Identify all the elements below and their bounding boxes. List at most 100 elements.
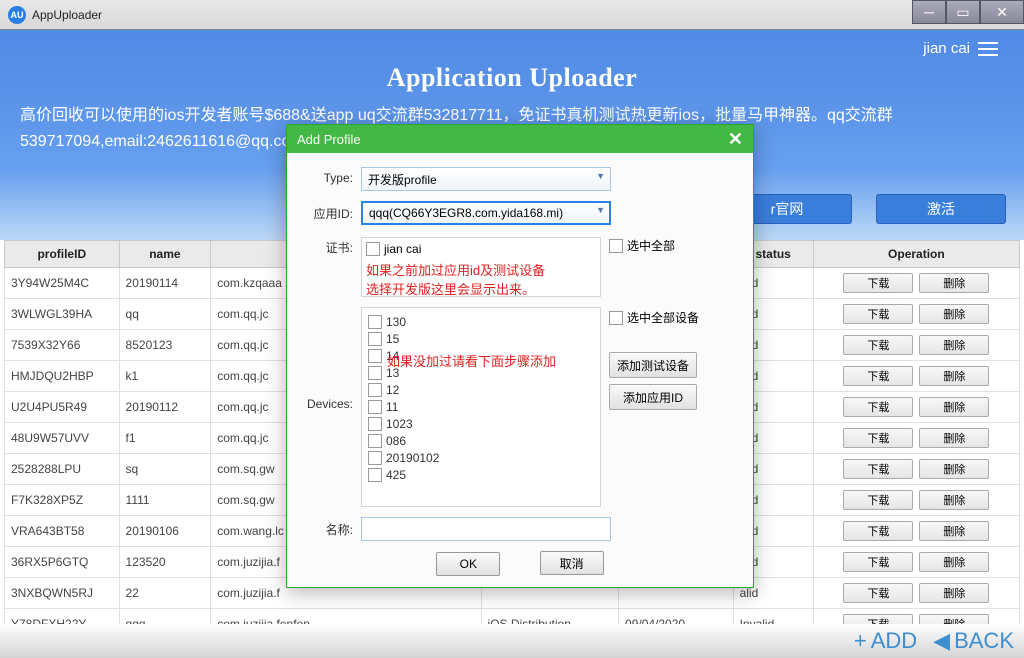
delete-button[interactable]: 删除: [919, 397, 989, 417]
th-operation[interactable]: Operation: [813, 241, 1019, 268]
device-item[interactable]: 11: [368, 400, 594, 414]
cert-checkbox[interactable]: [366, 242, 380, 256]
current-user: jian cai: [923, 40, 970, 57]
download-button[interactable]: 下载: [843, 304, 913, 324]
activate-button[interactable]: 激活: [876, 194, 1006, 224]
select-all-cert-label: 选中全部: [627, 237, 675, 254]
download-button[interactable]: 下载: [843, 335, 913, 355]
delete-button[interactable]: 删除: [919, 428, 989, 448]
ok-button[interactable]: OK: [436, 552, 500, 576]
download-button[interactable]: 下载: [843, 521, 913, 541]
cell-name: 20190106: [119, 516, 211, 547]
device-checkbox[interactable]: [368, 434, 382, 448]
app-window: AU AppUploader ─ ▭ ✕ jian cai Applicatio…: [0, 0, 1024, 658]
add-link[interactable]: + ADD: [854, 628, 917, 654]
delete-button[interactable]: 删除: [919, 366, 989, 386]
cell-name: k1: [119, 361, 211, 392]
device-item[interactable]: 13: [368, 366, 594, 380]
download-button[interactable]: 下载: [843, 428, 913, 448]
device-checkbox[interactable]: [368, 315, 382, 329]
delete-button[interactable]: 删除: [919, 335, 989, 355]
label-name: 名称:: [305, 517, 361, 538]
cell-profileid: 36RX5P6GTQ: [5, 547, 120, 578]
cert-listbox[interactable]: jian cai 如果之前加过应用id及测试设备 选择开发版这里会显示出来。: [361, 237, 601, 297]
device-item[interactable]: 1023: [368, 417, 594, 431]
app-icon: AU: [8, 6, 26, 24]
device-label: 086: [386, 434, 406, 448]
close-button[interactable]: ✕: [980, 0, 1024, 24]
device-checkbox[interactable]: [368, 349, 382, 363]
add-appid-button[interactable]: 添加应用ID: [609, 384, 697, 410]
cert-note-line1: 如果之前加过应用id及测试设备: [366, 260, 596, 279]
device-label: 20190102: [386, 451, 439, 465]
cell-profileid: 3WLWGL39HA: [5, 299, 120, 330]
download-button[interactable]: 下载: [843, 397, 913, 417]
delete-button[interactable]: 删除: [919, 583, 989, 603]
delete-button[interactable]: 删除: [919, 273, 989, 293]
devices-listbox[interactable]: 如果没加过请看下面步骤添加 13015141312111023086201901…: [361, 307, 601, 507]
device-item[interactable]: 130: [368, 315, 594, 329]
name-input[interactable]: [361, 517, 611, 541]
device-item[interactable]: 12: [368, 383, 594, 397]
cancel-button[interactable]: 取消: [540, 551, 604, 575]
download-button[interactable]: 下载: [843, 273, 913, 293]
cell-type: iOS Distribution: [481, 609, 618, 625]
cell-name: f1: [119, 423, 211, 454]
device-checkbox[interactable]: [368, 383, 382, 397]
delete-button[interactable]: 删除: [919, 304, 989, 324]
device-item[interactable]: 14: [368, 349, 594, 363]
label-type: Type:: [305, 167, 361, 185]
appid-select[interactable]: [361, 201, 611, 225]
menu-icon[interactable]: [978, 42, 998, 56]
device-label: 15: [386, 332, 399, 346]
cell-profileid: 48U9W57UVV: [5, 423, 120, 454]
cell-name: 20190112: [119, 392, 211, 423]
cell-name: 20190114: [119, 268, 211, 299]
cell-name: 1111: [119, 485, 211, 516]
device-item[interactable]: 15: [368, 332, 594, 346]
app-title: Application Uploader: [20, 63, 1004, 93]
back-link[interactable]: ◀ BACK: [933, 628, 1014, 654]
device-checkbox[interactable]: [368, 417, 382, 431]
device-checkbox[interactable]: [368, 468, 382, 482]
add-test-device-button[interactable]: 添加测试设备: [609, 352, 697, 378]
th-name[interactable]: name: [119, 241, 211, 268]
delete-button[interactable]: 删除: [919, 521, 989, 541]
table-row[interactable]: Y78DFXH22Yqqqcom.juzijia.fenfeniOS Distr…: [5, 609, 1020, 625]
device-item[interactable]: 086: [368, 434, 594, 448]
select-all-devices-checkbox[interactable]: [609, 311, 623, 325]
delete-button[interactable]: 删除: [919, 459, 989, 479]
download-button[interactable]: 下载: [843, 552, 913, 572]
device-item[interactable]: 425: [368, 468, 594, 482]
cell-status: Invalid: [733, 609, 813, 625]
label-appid: 应用ID:: [305, 201, 361, 222]
device-item[interactable]: 20190102: [368, 451, 594, 465]
delete-button[interactable]: 删除: [919, 614, 989, 624]
cell-profileid: VRA643BT58: [5, 516, 120, 547]
content-area: jian cai Application Uploader 高价回收可以使用的i…: [0, 30, 1024, 658]
delete-button[interactable]: 删除: [919, 490, 989, 510]
device-checkbox[interactable]: [368, 332, 382, 346]
cell-expire: 09/04/2020: [619, 609, 734, 625]
cell-profileid: 2528288LPU: [5, 454, 120, 485]
minimize-button[interactable]: ─: [912, 0, 946, 24]
select-all-cert-checkbox[interactable]: [609, 239, 623, 253]
device-label: 12: [386, 383, 399, 397]
device-checkbox[interactable]: [368, 451, 382, 465]
download-button[interactable]: 下载: [843, 614, 913, 624]
label-cert: 证书:: [305, 235, 361, 256]
device-checkbox[interactable]: [368, 366, 382, 380]
cell-profileid: 7539X32Y66: [5, 330, 120, 361]
maximize-button[interactable]: ▭: [946, 0, 980, 24]
download-button[interactable]: 下载: [843, 366, 913, 386]
type-select[interactable]: [361, 167, 611, 191]
th-profileid[interactable]: profileID: [5, 241, 120, 268]
delete-button[interactable]: 删除: [919, 552, 989, 572]
download-button[interactable]: 下载: [843, 490, 913, 510]
download-button[interactable]: 下载: [843, 459, 913, 479]
cell-name: sq: [119, 454, 211, 485]
close-icon[interactable]: ✕: [728, 129, 743, 150]
device-checkbox[interactable]: [368, 400, 382, 414]
device-label: 13: [386, 366, 399, 380]
download-button[interactable]: 下载: [843, 583, 913, 603]
